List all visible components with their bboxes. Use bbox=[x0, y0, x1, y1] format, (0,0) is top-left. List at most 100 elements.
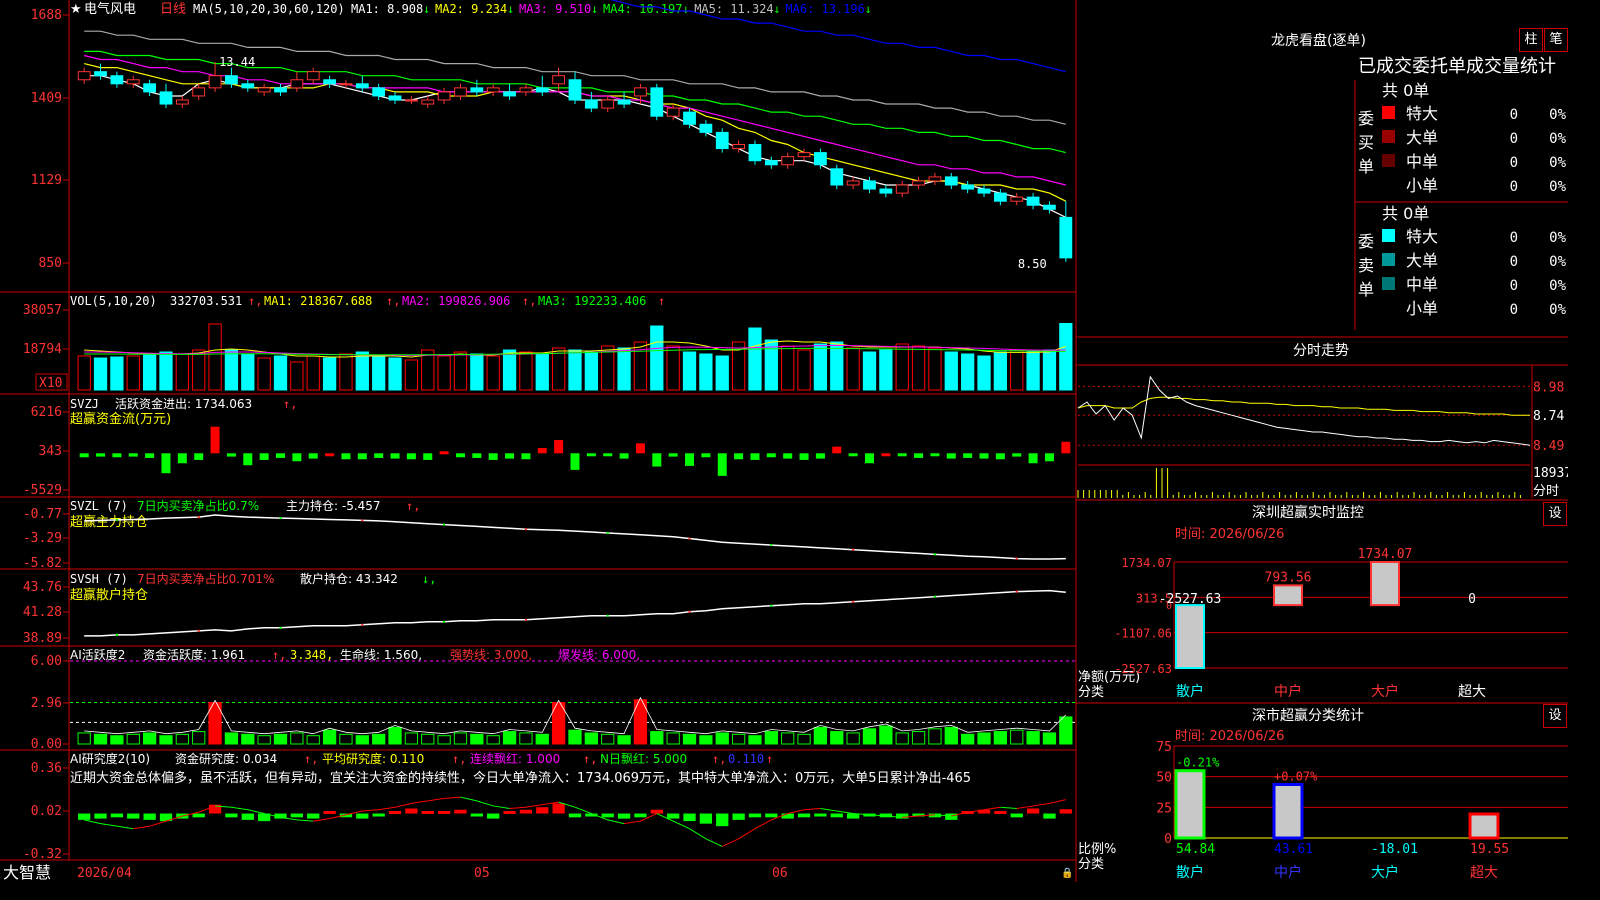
star-icon[interactable]: ★ bbox=[70, 2, 82, 17]
research-bar bbox=[797, 813, 811, 818]
svsh-title: SVSH (7) bbox=[70, 572, 128, 586]
avg-research-line bbox=[574, 806, 592, 814]
candle-body bbox=[584, 99, 598, 109]
activity-bar bbox=[846, 732, 860, 745]
row-swatch bbox=[1382, 130, 1395, 143]
candle-body bbox=[781, 156, 795, 166]
candlestick-chart[interactable] bbox=[77, 0, 1073, 262]
volume-bar bbox=[830, 341, 844, 391]
row-swatch bbox=[1382, 277, 1395, 290]
monitor-bar bbox=[1370, 561, 1400, 607]
research-bar bbox=[617, 813, 631, 819]
research-bar bbox=[307, 813, 320, 819]
candle-body bbox=[764, 160, 778, 166]
monitor-category: 超大 bbox=[1458, 684, 1486, 700]
avg-research-line bbox=[525, 804, 543, 808]
monitor-settings-button[interactable]: 设 bbox=[1543, 502, 1567, 526]
volume-bar bbox=[1059, 322, 1073, 391]
row-swatch bbox=[1381, 300, 1396, 315]
candle-body bbox=[355, 83, 369, 89]
flow-bar bbox=[390, 453, 400, 459]
vol-ma1: MA1: 218367.688 bbox=[264, 294, 372, 308]
row-pct: 0% bbox=[1549, 278, 1566, 294]
research-bar bbox=[290, 813, 304, 818]
monitor-time: 时间: 2026/06/26 bbox=[1175, 527, 1284, 542]
ai2-v1: 资金研究度: 0.034 bbox=[175, 751, 277, 766]
research-bar bbox=[552, 803, 565, 814]
dragon-subtitle: 已成交委托单成交量统计 bbox=[1358, 56, 1556, 77]
flow-bar bbox=[243, 453, 253, 466]
holding-dot bbox=[442, 523, 446, 526]
y-tick-label: 0.02 bbox=[31, 804, 62, 819]
avg-research-line bbox=[149, 820, 167, 827]
activity-bar bbox=[797, 733, 811, 745]
ai2-comment: 近期大资金总体偏多，虽不活跃，但有异动，宜关注大资金的持续性，今日大单净流入：1… bbox=[70, 770, 971, 786]
brand-logo[interactable]: 大智慧 bbox=[3, 863, 51, 882]
ai1-v2: 3.348, bbox=[290, 648, 333, 662]
flow-bar bbox=[652, 453, 662, 467]
classify-time: 时间: 2026/06/26 bbox=[1175, 729, 1284, 744]
ma-legend-value: MA4: 10.197 bbox=[603, 2, 682, 16]
vol-ma2: MA2: 199826.906 bbox=[402, 294, 510, 308]
row-count: 0 bbox=[1510, 278, 1518, 294]
pen-mode-button[interactable]: 笔 bbox=[1544, 28, 1568, 52]
lock-icon[interactable]: 🔒 bbox=[1061, 867, 1073, 879]
classify-bar bbox=[1468, 812, 1500, 840]
monitor-bar bbox=[1175, 604, 1205, 669]
holding-dot bbox=[115, 633, 119, 637]
classify-value: 54.84 bbox=[1176, 842, 1215, 857]
classify-settings-button[interactable]: 设 bbox=[1543, 704, 1567, 728]
candle-body bbox=[535, 87, 549, 93]
y-tick-label: -3.29 bbox=[23, 531, 62, 546]
research-bar bbox=[143, 813, 156, 820]
holding-dot bbox=[688, 610, 691, 613]
row-label: 特大 bbox=[1406, 227, 1438, 246]
stock-name[interactable]: 电气风电 bbox=[84, 1, 136, 17]
row-swatch bbox=[1382, 253, 1395, 266]
holding-dot bbox=[606, 614, 609, 617]
row-count: 0 bbox=[1510, 230, 1518, 246]
period-label[interactable]: 日线 bbox=[160, 2, 186, 17]
candle-body bbox=[388, 95, 402, 101]
group-label: 委 bbox=[1358, 109, 1374, 128]
flow-bar bbox=[325, 453, 335, 457]
y-tick-label: 6216 bbox=[31, 405, 62, 420]
vol-value: 332703.531 bbox=[170, 294, 242, 308]
flow-bar bbox=[488, 453, 498, 460]
y-tick-label: -0.32 bbox=[23, 847, 62, 862]
holding-dot bbox=[851, 600, 855, 603]
candle-body bbox=[912, 180, 925, 186]
activity-bar bbox=[1042, 732, 1057, 745]
volume-bar bbox=[453, 351, 468, 391]
row-pct: 0% bbox=[1549, 179, 1566, 195]
activity-bar bbox=[224, 732, 239, 745]
intraday-chart[interactable]: 8.98 8.74 8.49 18937 分时 bbox=[1077, 375, 1568, 499]
volume-bar bbox=[470, 353, 484, 391]
intraday-vol-label: 18937 bbox=[1533, 466, 1568, 481]
activity-bar bbox=[470, 733, 484, 745]
date-label-2: 06 bbox=[772, 866, 788, 881]
candle-body bbox=[225, 75, 238, 85]
holding-dot bbox=[524, 618, 528, 621]
holding-dot bbox=[524, 528, 528, 531]
svzj-value: 活跃资金进出: 1734.063 bbox=[115, 396, 252, 411]
ai2-v1-arrow: ↑, bbox=[304, 752, 318, 766]
activity-bar bbox=[977, 732, 991, 745]
activity-bar bbox=[911, 731, 926, 745]
candle-body bbox=[748, 144, 762, 162]
avg-research-line bbox=[738, 828, 756, 840]
ai2-v2-arrow: ↑, bbox=[452, 752, 466, 766]
bar-mode-button[interactable]: 柱 bbox=[1519, 28, 1543, 52]
candle-body bbox=[241, 83, 255, 89]
holding-dot bbox=[770, 543, 773, 547]
research-bar bbox=[683, 813, 696, 822]
ai2-v4-arrow: ↑, bbox=[712, 752, 726, 766]
svzj-chart bbox=[79, 426, 1071, 476]
classify-y-tick: 50 bbox=[1156, 771, 1172, 786]
dragon-table: 委买单共 0单特大 0 0%大单 0 0%中单 0 0%小单 0 0%委卖单共 0单特大 0 0%大… bbox=[1358, 81, 1567, 318]
volume-bar bbox=[290, 361, 304, 391]
svsh-ratio: 7日内买卖净占比0.701% bbox=[137, 571, 274, 586]
research-bar bbox=[519, 809, 533, 814]
ma-legend: MA1: 8.908 ↓ MA2: 9.234 ↓ MA3: 9.510 ↓ MA4: 10… bbox=[351, 2, 872, 16]
activity-bar bbox=[601, 733, 615, 745]
